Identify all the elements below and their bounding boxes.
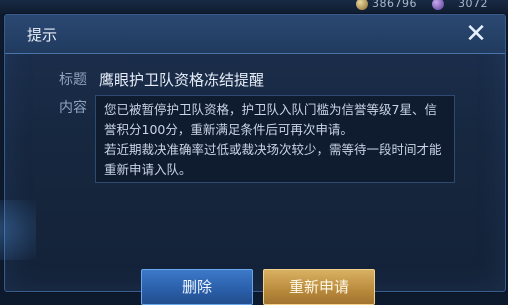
diamond-icon	[432, 0, 444, 10]
dialog-title: 提示	[27, 26, 58, 44]
gold-coin-icon	[356, 0, 368, 10]
top-currency-bar: 386796 3072	[0, 0, 508, 14]
close-icon[interactable]: ✕	[461, 19, 491, 49]
notice-content-box: 您已被暂停护卫队资格，护卫队入队门槛为信誉等级7星、信誉积分100分，重新满足条…	[95, 95, 455, 183]
gold-value: 386796	[372, 0, 417, 10]
content-paragraph-2: 若近期裁决准确率过低或裁决场次较少，需等待一段时间才能重新申请入队。	[104, 142, 442, 177]
delete-button[interactable]: 删除	[141, 269, 253, 305]
notice-heading: 鹰眼护卫队资格冻结提醒	[99, 71, 265, 89]
reapply-button[interactable]: 重新申请	[263, 269, 375, 305]
notice-dialog: 提示 ✕ 标题 鹰眼护卫队资格冻结提醒 内容 您已被暂停护卫队资格，护卫队入队门…	[4, 14, 506, 305]
diamond-value: 3072	[458, 0, 488, 10]
decorative-glow	[0, 200, 36, 260]
dialog-title-bar: 提示 ✕	[5, 15, 505, 54]
content-paragraph-1: 您已被暂停护卫队资格，护卫队入队门槛为信誉等级7星、信誉积分100分，重新满足条…	[104, 102, 437, 137]
content-label: 内容	[59, 100, 87, 116]
heading-label: 标题	[59, 72, 87, 88]
